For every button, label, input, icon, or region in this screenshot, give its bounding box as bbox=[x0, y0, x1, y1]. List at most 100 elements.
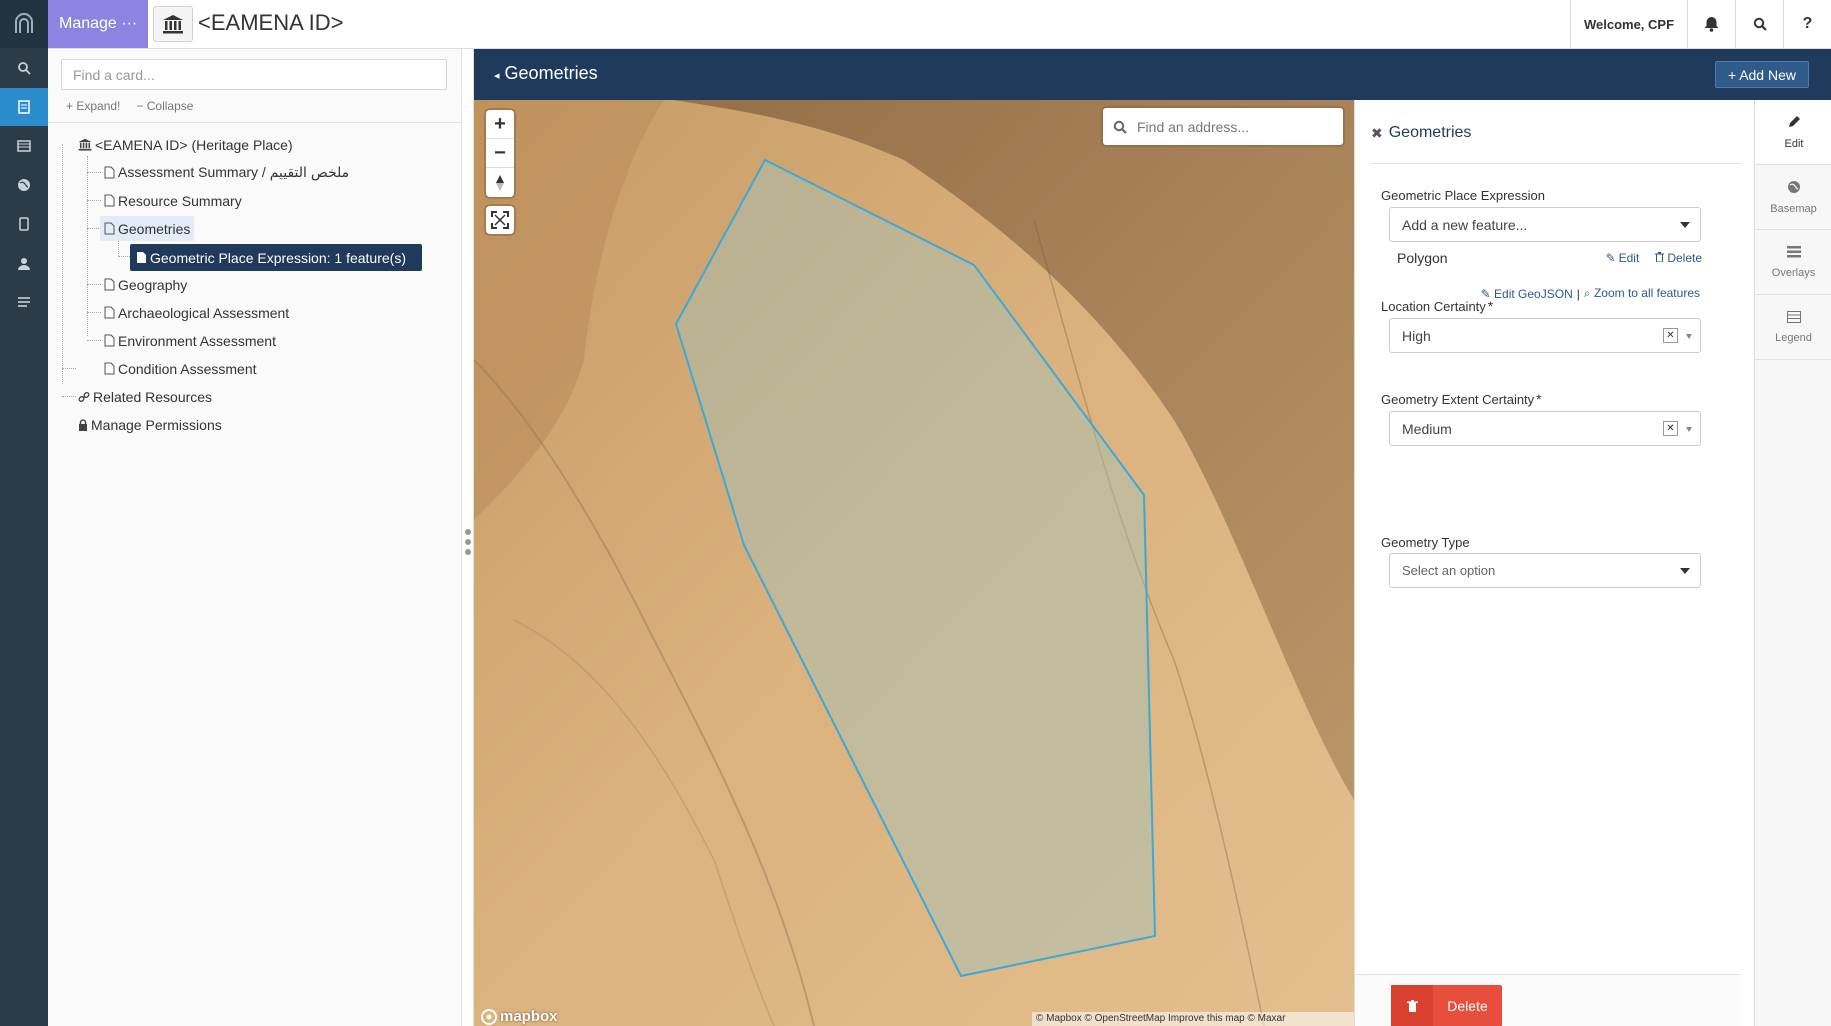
address-search-input[interactable]: Find an address... bbox=[1103, 108, 1343, 145]
tree-item-label: Environment Assessment bbox=[118, 332, 276, 349]
app-nav-rail bbox=[0, 0, 48, 1026]
welcome-user-menu[interactable]: Welcome, CPF bbox=[1570, 0, 1687, 48]
tree-item-assessment-summary[interactable]: Assessment Summary / ملخص التقييم bbox=[104, 160, 349, 185]
search-icon[interactable] bbox=[1735, 0, 1783, 48]
delete-feature-label: Delete bbox=[1667, 251, 1702, 265]
tool-edit[interactable]: Edit bbox=[1755, 100, 1831, 165]
zoom-out-button[interactable]: − bbox=[486, 139, 514, 168]
tree-root[interactable]: <EAMENA ID> (Heritage Place) bbox=[78, 132, 293, 157]
add-new-button[interactable]: + Add New bbox=[1715, 61, 1809, 88]
chevron-down-icon bbox=[1686, 334, 1692, 339]
file-icon bbox=[104, 194, 115, 207]
page-title: <EAMENA ID> bbox=[198, 10, 344, 35]
chevron-down-icon bbox=[1680, 222, 1690, 228]
tree-item-label: Resource Summary bbox=[118, 192, 242, 209]
location-certainty-value: High bbox=[1402, 327, 1431, 344]
bell-icon[interactable] bbox=[1687, 0, 1735, 48]
tree-root-label: <EAMENA ID> (Heritage Place) bbox=[95, 136, 293, 153]
clear-selection-icon[interactable]: ✕ bbox=[1663, 421, 1678, 436]
chevron-down-icon bbox=[1680, 568, 1690, 574]
menu-nav-icon[interactable] bbox=[0, 283, 48, 321]
geometry-type-label: Geometry Type bbox=[1381, 535, 1470, 550]
mobile-nav-icon[interactable] bbox=[0, 205, 48, 243]
compass-button[interactable] bbox=[486, 168, 514, 197]
edit-feature-label: Edit bbox=[1618, 251, 1640, 265]
tool-legend-label: Legend bbox=[1775, 331, 1812, 344]
tree-item-geometries[interactable]: Geometries bbox=[100, 216, 195, 241]
zoom-in-button[interactable]: + bbox=[486, 110, 514, 139]
clear-selection-icon[interactable]: ✕ bbox=[1663, 328, 1678, 343]
museum-icon bbox=[78, 138, 92, 151]
museum-icon bbox=[153, 6, 193, 42]
card-tree-panel: Find a card... + Expand! − Collapse <EAM… bbox=[48, 49, 462, 1026]
tree-item-related-resources[interactable]: Related Resources bbox=[78, 384, 212, 409]
tree-item-geometric-place-expression[interactable]: Geometric Place Expression: 1 feature(s) bbox=[130, 244, 422, 271]
expand-all-link[interactable]: + Expand! bbox=[66, 99, 120, 113]
file-icon bbox=[104, 334, 115, 347]
file-icon bbox=[104, 166, 115, 179]
add-new-label: Add New bbox=[1739, 66, 1796, 83]
required-mark: * bbox=[1487, 298, 1494, 314]
manage-menu-button[interactable]: Manage ··· bbox=[48, 0, 148, 48]
tree-item-archaeological-assessment[interactable]: Archaeological Assessment bbox=[104, 300, 289, 325]
tool-basemap-label: Basemap bbox=[1770, 202, 1817, 215]
tree-guide bbox=[87, 284, 101, 285]
tree-guide bbox=[62, 368, 76, 369]
tree-item-label: Assessment Summary / ملخص التقييم bbox=[118, 164, 350, 180]
edit-feature-link[interactable]: ✎ Edit bbox=[1606, 251, 1640, 265]
satellite-imagery bbox=[474, 100, 1354, 1026]
feature-row: Polygon ✎ Edit Delete bbox=[1397, 250, 1702, 266]
geometry-extent-certainty-select[interactable]: Medium ✕ bbox=[1389, 411, 1701, 446]
card-search-input[interactable]: Find a card... bbox=[61, 59, 447, 90]
file-icon bbox=[104, 222, 115, 235]
edit-geojson-label: Edit GeoJSON bbox=[1494, 286, 1573, 301]
layers-icon bbox=[1786, 245, 1801, 261]
fullscreen-button[interactable] bbox=[486, 206, 514, 234]
form-panel-title: Geometries bbox=[1388, 124, 1472, 141]
list-nav-icon[interactable] bbox=[0, 127, 48, 165]
map-attribution[interactable]: © Mapbox © OpenStreetMap Improve this ma… bbox=[1032, 1012, 1354, 1026]
arches-logo-icon[interactable] bbox=[0, 0, 48, 48]
mapbox-logo-text: mapbox bbox=[500, 1008, 558, 1025]
search-nav-icon[interactable] bbox=[0, 49, 48, 87]
delete-button[interactable]: Delete bbox=[1391, 985, 1502, 1026]
geometry-type-select[interactable]: Select an option bbox=[1389, 553, 1701, 588]
tool-basemap[interactable]: Basemap bbox=[1755, 165, 1831, 230]
card-header-title[interactable]: ◂ Geometries bbox=[494, 63, 598, 84]
tool-legend[interactable]: Legend bbox=[1755, 295, 1831, 360]
tree-item-environment-assessment[interactable]: Environment Assessment bbox=[104, 328, 276, 353]
file-icon bbox=[104, 306, 115, 319]
fullscreen-icon bbox=[491, 211, 509, 229]
tree-guide bbox=[118, 256, 130, 257]
tree-item-manage-permissions[interactable]: Manage Permissions bbox=[78, 412, 222, 437]
help-icon[interactable]: ? bbox=[1783, 0, 1831, 48]
tool-overlays[interactable]: Overlays bbox=[1755, 230, 1831, 295]
collapse-all-link[interactable]: − Collapse bbox=[136, 99, 193, 113]
zoom-all-link[interactable]: ⌕ Zoom to all features bbox=[1584, 286, 1700, 301]
tree-item-resource-summary[interactable]: Resource Summary bbox=[104, 188, 242, 213]
add-feature-dropdown[interactable]: Add a new feature... bbox=[1389, 207, 1701, 242]
tree-guide bbox=[62, 396, 76, 397]
edit-geojson-link[interactable]: ✎ Edit GeoJSON bbox=[1481, 287, 1573, 301]
resource-editor-nav-icon[interactable] bbox=[0, 88, 48, 126]
close-icon[interactable]: ✖ bbox=[1371, 125, 1383, 142]
divider bbox=[1371, 163, 1741, 164]
map-canvas[interactable]: + − Find an address... mapbox © Mapbox ©… bbox=[474, 100, 1354, 1026]
tool-edit-label: Edit bbox=[1784, 137, 1804, 150]
delete-feature-link[interactable]: Delete bbox=[1655, 251, 1702, 265]
globe-nav-icon[interactable] bbox=[0, 166, 48, 204]
trash-icon bbox=[1655, 251, 1665, 265]
card-header-label: Geometries bbox=[504, 63, 598, 83]
user-nav-icon[interactable] bbox=[0, 244, 48, 282]
delete-button-label: Delete bbox=[1447, 998, 1488, 1014]
geometry-extent-text: Geometry Extent Certainty bbox=[1381, 392, 1535, 407]
location-certainty-select[interactable]: High ✕ bbox=[1389, 318, 1701, 353]
tree-guide bbox=[62, 144, 63, 384]
feature-type: Polygon bbox=[1397, 250, 1448, 266]
mapbox-logo[interactable]: mapbox bbox=[481, 1008, 558, 1025]
mapbox-icon bbox=[481, 1008, 497, 1025]
panel-resize-handle[interactable] bbox=[462, 49, 474, 1026]
tree-item-condition-assessment[interactable]: Condition Assessment bbox=[104, 356, 257, 381]
add-feature-placeholder: Add a new feature... bbox=[1402, 216, 1528, 233]
tree-item-geography[interactable]: Geography bbox=[104, 272, 187, 297]
